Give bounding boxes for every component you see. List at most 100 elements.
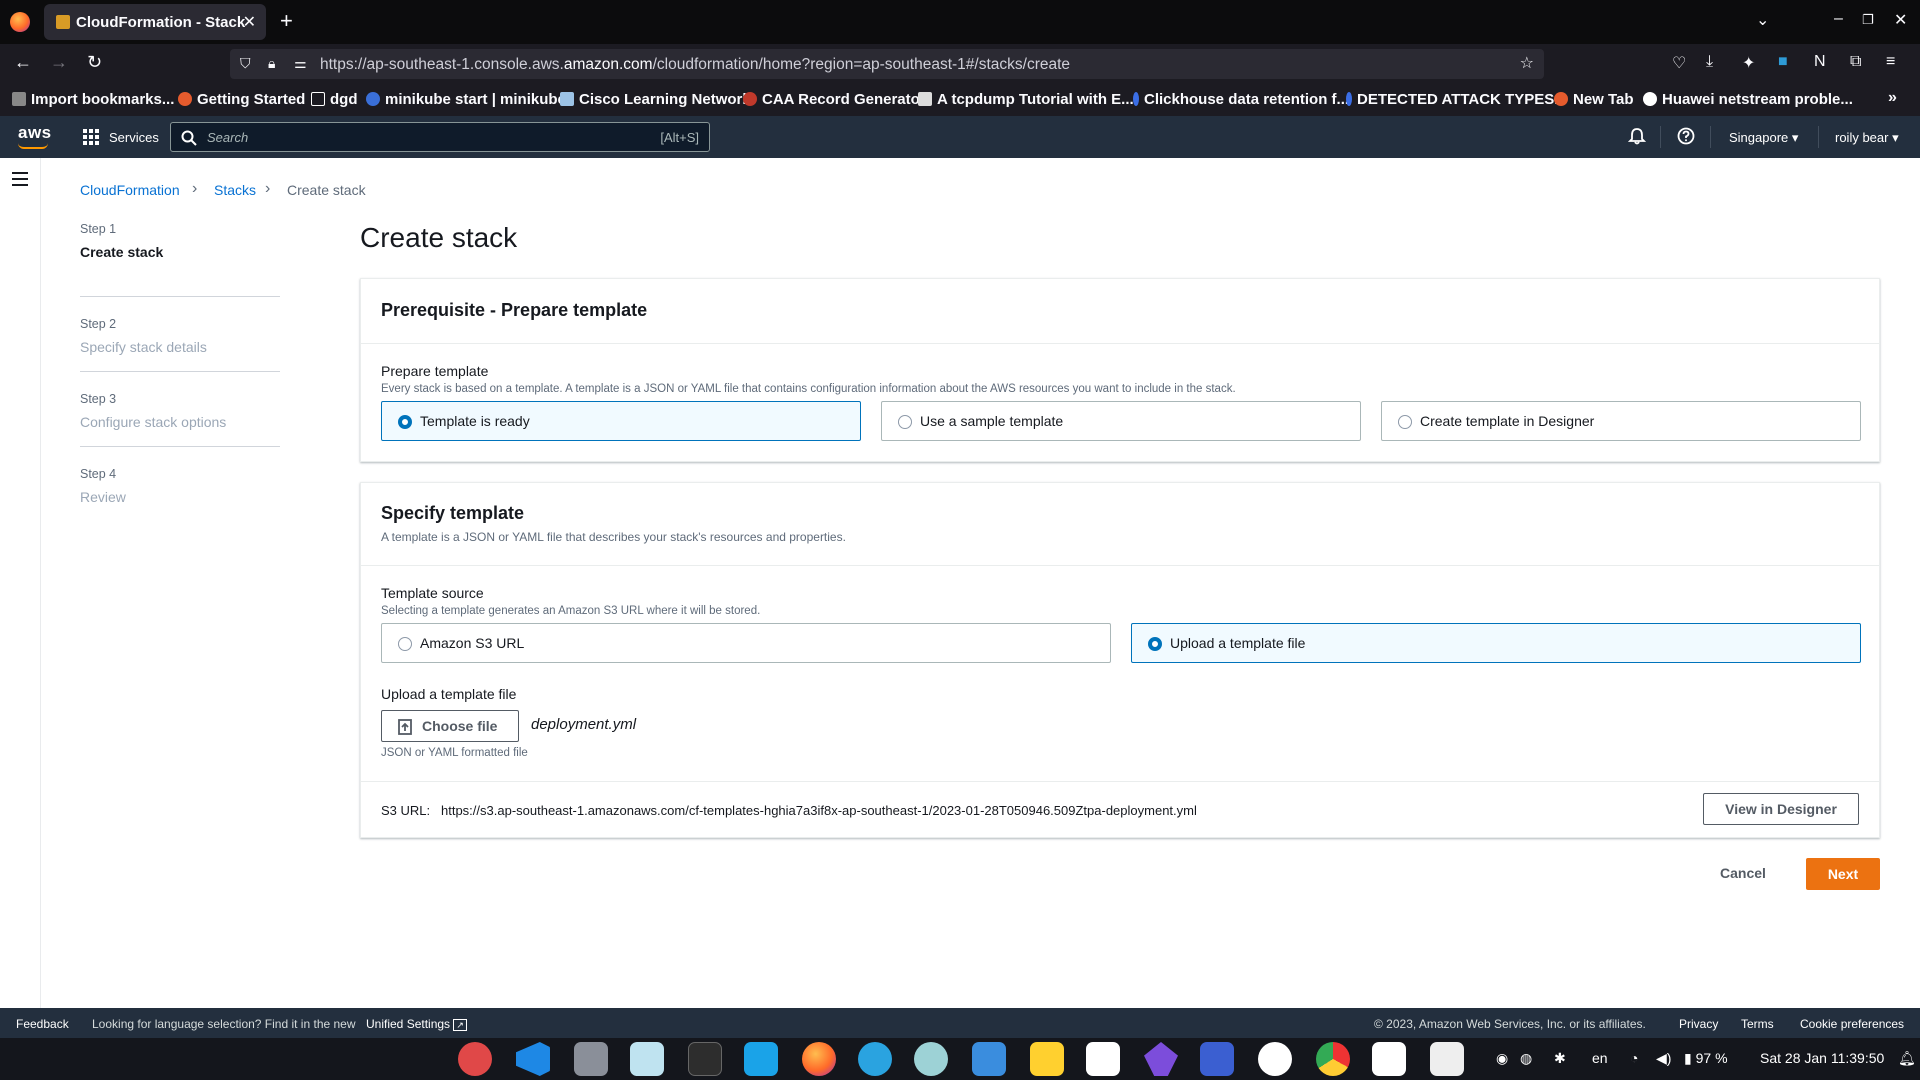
close-tab-icon[interactable]: ✕ (243, 12, 256, 32)
services-button[interactable]: Services (109, 130, 159, 145)
hamburger-menu-icon[interactable] (12, 172, 28, 186)
paw-icon[interactable] (914, 1042, 948, 1076)
radio-label: Create template in Designer (1420, 413, 1595, 429)
next-button[interactable]: Next (1806, 858, 1880, 890)
clock[interactable]: Sat 28 Jan 11:39:50 (1760, 1050, 1884, 1066)
files-icon[interactable] (574, 1042, 608, 1076)
volume-icon[interactable]: ◀) (1656, 1050, 1671, 1067)
vscode-icon[interactable] (516, 1042, 550, 1076)
bookmark-item[interactable]: DETECTED ATTACK TYPES... (1346, 91, 1567, 108)
network-tray-icon[interactable]: ◍ (1520, 1050, 1532, 1067)
bookmark-item[interactable]: Import bookmarks... (12, 91, 174, 108)
browser-tab[interactable]: CloudFormation - Stack ✕ (44, 4, 266, 40)
bookmark-item[interactable]: dgd (311, 91, 358, 108)
radio-template-ready[interactable]: Template is ready (381, 401, 861, 441)
chrome-tray-icon[interactable]: ◉ (1496, 1050, 1508, 1067)
notification-bell-icon[interactable]: 🔔︎ (1898, 1050, 1916, 1067)
bookmark-star-icon[interactable]: ☆ (1520, 53, 1534, 73)
close-window-icon[interactable]: ✕ (1894, 10, 1907, 30)
bookmarks-overflow-icon[interactable]: » (1888, 89, 1897, 107)
s3-url-value: https://s3.ap-southeast-1.amazonaws.com/… (441, 803, 1197, 818)
new-tab-icon[interactable]: + (280, 8, 293, 34)
shield-icon[interactable]: ⛉ (240, 55, 251, 72)
menu-icon[interactable]: ≡ (1886, 53, 1895, 71)
field-description: Selecting a template generates an Amazon… (381, 605, 761, 617)
pdf-icon[interactable] (1200, 1042, 1234, 1076)
breadcrumb-stacks[interactable]: Stacks (214, 182, 256, 198)
notion-icon[interactable]: N (1814, 53, 1826, 71)
miro-icon[interactable] (1030, 1042, 1064, 1076)
reader-icon[interactable] (630, 1042, 664, 1076)
search-placeholder: Search (207, 130, 249, 145)
bookmark-item[interactable]: A tcpdump Tutorial with E... (918, 91, 1134, 108)
wizard-step: Step 3 Configure stack options (80, 372, 280, 447)
downloads-icon[interactable]: ⤓ (1706, 53, 1713, 71)
extension-icon[interactable]: ■ (1778, 53, 1788, 71)
terminal-icon[interactable] (688, 1042, 722, 1076)
bookmark-item[interactable]: minikube start | minikube (366, 91, 566, 108)
telegram-icon[interactable] (858, 1042, 892, 1076)
breadcrumb-cloudformation[interactable]: CloudFormation (80, 182, 180, 198)
typora-icon[interactable] (1372, 1042, 1406, 1076)
terms-link[interactable]: Terms (1741, 1017, 1774, 1031)
bookmark-item[interactable]: New Tab (1554, 91, 1634, 108)
copyright: © 2023, Amazon Web Services, Inc. or its… (1374, 1017, 1646, 1031)
bookmark-item[interactable]: Cisco Learning Network (560, 91, 751, 108)
reload-icon[interactable]: ↻ (87, 52, 102, 73)
tab-list-icon[interactable]: ⌄ (1756, 10, 1769, 30)
keyboard-language[interactable]: en (1592, 1050, 1608, 1066)
bookmark-item[interactable]: Clickhouse data retention f... (1133, 91, 1349, 108)
unified-settings-link[interactable]: Unified Settings ↗ (366, 1017, 467, 1031)
accessibility-icon[interactable]: ✱ (1554, 1050, 1566, 1067)
remote-icon[interactable] (744, 1042, 778, 1076)
bookmark-item[interactable]: Getting Started (178, 91, 305, 108)
scanner-icon[interactable] (972, 1042, 1006, 1076)
services-grid-icon[interactable] (83, 129, 99, 145)
minimize-icon[interactable]: – (1834, 10, 1843, 28)
view-in-designer-button[interactable]: View in Designer (1703, 793, 1859, 825)
search-input[interactable]: Search [Alt+S] (170, 122, 710, 152)
back-icon[interactable]: ← (14, 52, 32, 73)
extension-icon[interactable]: ✦ (1742, 53, 1755, 73)
help-icon[interactable] (1677, 127, 1695, 145)
privacy-link[interactable]: Privacy (1679, 1017, 1718, 1031)
firefox-logo-icon[interactable] (10, 12, 30, 32)
feedback-link[interactable]: Feedback (16, 1017, 69, 1031)
chrome-icon[interactable] (1316, 1042, 1350, 1076)
radio-sample-template[interactable]: Use a sample template (881, 401, 1361, 441)
aws-logo[interactable]: aws (18, 123, 52, 143)
tool-icon[interactable] (458, 1042, 492, 1076)
radio-selected-icon (398, 415, 412, 429)
url-bar[interactable]: ⛉ 🔒︎ ⚌ https://ap-southeast-1.console.aw… (230, 49, 1544, 79)
pocket-icon[interactable]: ♡ (1672, 53, 1686, 73)
lock-icon[interactable]: 🔒︎ (268, 55, 275, 72)
wifi-icon[interactable]: ◔ (1630, 1050, 1638, 1066)
radio-upload-file[interactable]: Upload a template file (1131, 623, 1861, 663)
tcpdump-icon (918, 92, 932, 106)
clickup-icon[interactable] (1086, 1042, 1120, 1076)
radio-s3-url[interactable]: Amazon S3 URL (381, 623, 1111, 663)
cancel-button[interactable]: Cancel (1720, 865, 1766, 881)
battery-indicator[interactable]: ▮ 97 % (1684, 1050, 1728, 1067)
bookmark-item[interactable]: Huawei netstream proble... (1643, 91, 1853, 108)
editor-icon[interactable] (1430, 1042, 1464, 1076)
radio-designer-template[interactable]: Create template in Designer (1381, 401, 1861, 441)
notifications-bell-icon[interactable] (1628, 127, 1646, 145)
choose-file-button[interactable]: Choose file (381, 710, 519, 742)
obsidian-icon[interactable] (1144, 1042, 1178, 1076)
restore-icon[interactable]: ❐ (1862, 12, 1874, 28)
wizard-step[interactable]: Step 1 Create stack (80, 222, 280, 297)
extensions-icon[interactable]: ⧉ (1850, 53, 1861, 71)
aws-top-nav: aws Services Search [Alt+S] Singapore ▾ … (0, 116, 1920, 158)
account-menu[interactable]: roily bear ▾ (1835, 130, 1899, 146)
view-in-designer-label: View in Designer (1725, 801, 1837, 817)
caret-down-icon: ▾ (1791, 130, 1799, 145)
bookmark-item[interactable]: CAA Record Generator (743, 91, 926, 108)
cookie-preferences-link[interactable]: Cookie preferences (1800, 1017, 1904, 1031)
forward-icon[interactable]: → (50, 52, 68, 73)
firefox-icon[interactable] (802, 1042, 836, 1076)
slack-icon[interactable] (1258, 1042, 1292, 1076)
radio-label: Template is ready (420, 413, 530, 429)
permissions-icon[interactable]: ⚌ (294, 55, 307, 72)
region-selector[interactable]: Singapore ▾ (1729, 130, 1798, 146)
